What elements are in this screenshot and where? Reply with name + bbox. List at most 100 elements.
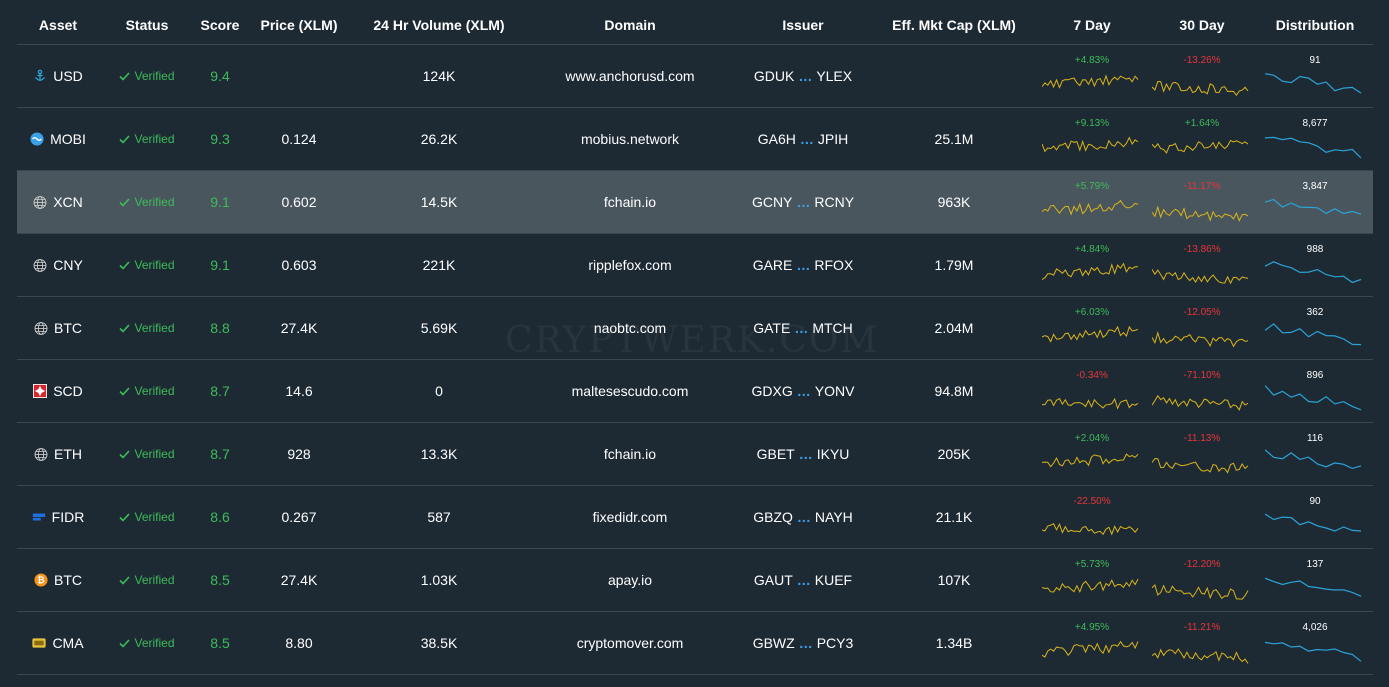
table-row[interactable]: MOBI Verified 9.3 0.124 26.2K mobius.network G…: [17, 108, 1373, 171]
table-row[interactable]: FIDR Verified 8.6 0.267 587 fixedidr.com GBZQ……: [17, 486, 1373, 549]
7-day-cell: +4.84%: [1037, 234, 1147, 296]
issuer-ellipsis-icon[interactable]: …: [797, 509, 811, 525]
issuer-cell[interactable]: GBWZ… PCY3: [735, 612, 871, 674]
distribution-count: 4,026: [1302, 622, 1328, 633]
asset-code[interactable]: BTC: [54, 572, 82, 588]
domain-link[interactable]: www.anchorusd.com: [525, 45, 735, 107]
score-value: 8.7: [210, 383, 230, 399]
issuer-cell[interactable]: GCNY… RCNY: [735, 171, 871, 233]
column-header-status[interactable]: Status: [99, 17, 195, 33]
distribution-count: 362: [1306, 307, 1324, 318]
domain-link[interactable]: fchain.io: [525, 423, 735, 485]
table-row[interactable]: USD Verified 9.4 124K www.anchorusd.com GDUK……: [17, 45, 1373, 108]
table-row[interactable]: CNY Verified 9.1 0.603 221K ripplefox.com GARE…: [17, 234, 1373, 297]
check-icon: [119, 512, 131, 522]
asset-cell[interactable]: ETH: [17, 423, 99, 485]
distribution-chart: [1265, 513, 1362, 532]
issuer-cell[interactable]: GA6H… JPIH: [735, 108, 871, 170]
7-day-cell: +9.13%: [1037, 108, 1147, 170]
asset-code[interactable]: USD: [53, 68, 83, 84]
30-day-change: -12.20%: [1183, 559, 1221, 570]
asset-code[interactable]: FIDR: [52, 509, 85, 525]
score-cell: 8.5: [195, 612, 245, 674]
asset-cell[interactable]: FIDR: [17, 486, 99, 548]
price-cell: 928: [287, 446, 311, 462]
table-row[interactable]: BTC Verified 8.8 27.4K 5.69K naobtc.com GATE… M…: [17, 297, 1373, 360]
score-value: 8.5: [210, 572, 230, 588]
domain-link[interactable]: cryptomover.com: [525, 612, 735, 674]
issuer-cell[interactable]: GBET… IKYU: [735, 423, 871, 485]
column-header-30-day[interactable]: 30 Day: [1147, 17, 1257, 33]
table-row[interactable]: SCD Verified 8.7 14.6 0 maltesescudo.com GDXG……: [17, 360, 1373, 423]
asset-cell[interactable]: CMA: [17, 612, 99, 674]
asset-cell[interactable]: CNY: [17, 234, 99, 296]
asset-directory-page: CRYPTWERK.COM Asset Status Score Price (…: [0, 0, 1389, 687]
30-day-sparkline: [1152, 139, 1249, 154]
domain-link[interactable]: maltesescudo.com: [525, 360, 735, 422]
column-header-asset[interactable]: Asset: [17, 17, 99, 33]
market-cap-cell: 107K: [937, 572, 971, 588]
column-header-distribution[interactable]: Distribution: [1257, 17, 1373, 33]
asset-code[interactable]: CMA: [52, 635, 83, 651]
issuer-cell[interactable]: GDUK… YLEX: [735, 45, 871, 107]
table-row[interactable]: ETH Verified 8.7 928 13.3K fchain.io GBET… IKYU…: [17, 423, 1373, 486]
asset-code[interactable]: CNY: [53, 257, 83, 273]
column-header-price[interactable]: Price (XLM): [245, 17, 353, 33]
domain-link[interactable]: mobius.network: [525, 108, 735, 170]
column-header-market-cap[interactable]: Eff. Mkt Cap (XLM): [871, 17, 1037, 33]
asset-cell[interactable]: XCN: [17, 171, 99, 233]
asset-cell[interactable]: BTC: [17, 297, 99, 359]
domain-link[interactable]: fchain.io: [525, 171, 735, 233]
column-header-7-day[interactable]: 7 Day: [1037, 17, 1147, 33]
issuer-cell[interactable]: GATE… MTCH: [735, 297, 871, 359]
column-header-issuer[interactable]: Issuer: [735, 17, 871, 33]
column-header-domain[interactable]: Domain: [525, 17, 735, 33]
asset-code[interactable]: MOBI: [50, 131, 86, 147]
issuer-start: GCNY: [751, 194, 793, 210]
issuer-start: GAUT: [753, 572, 793, 588]
volume-cell: 124K: [422, 68, 456, 84]
issuer-ellipsis-icon[interactable]: …: [794, 320, 808, 336]
issuer-cell[interactable]: GBZQ… NAYH: [735, 486, 871, 548]
asset-cell[interactable]: MOBI: [17, 108, 99, 170]
table-row[interactable]: ₿ BTC Verified 8.5 27.4K 1.03K apay.io GAUT… KUE…: [17, 549, 1373, 612]
score-cell: 8.7: [195, 360, 245, 422]
asset-code[interactable]: ETH: [54, 446, 82, 462]
issuer-start: GARE: [752, 257, 793, 273]
issuer-ellipsis-icon[interactable]: …: [796, 194, 810, 210]
distribution-chart: [1265, 449, 1362, 470]
30-day-change: -13.86%: [1183, 244, 1221, 255]
assets-table: Asset Status Score Price (XLM) 24 Hr Vol…: [17, 6, 1373, 675]
issuer-ellipsis-icon[interactable]: …: [797, 572, 811, 588]
asset-cell[interactable]: SCD: [17, 360, 99, 422]
30-day-sparkline: [1152, 648, 1249, 664]
price-cell: [245, 45, 353, 107]
issuer-ellipsis-icon[interactable]: …: [798, 68, 812, 84]
issuer-cell[interactable]: GARE… RFOX: [735, 234, 871, 296]
column-header-score[interactable]: Score: [195, 17, 245, 33]
30-day-change: -11.17%: [1183, 181, 1221, 192]
asset-code[interactable]: BTC: [54, 320, 82, 336]
issuer-ellipsis-icon[interactable]: …: [796, 257, 810, 273]
table-row[interactable]: XCN Verified 9.1 0.602 14.5K fchain.io GCNY… RC…: [17, 171, 1373, 234]
domain-link[interactable]: fixedidr.com: [525, 486, 735, 548]
asset-code[interactable]: XCN: [53, 194, 83, 210]
issuer-ellipsis-icon[interactable]: …: [800, 131, 814, 147]
issuer-cell[interactable]: GAUT… KUEF: [735, 549, 871, 611]
7-day-sparkline: [1042, 397, 1139, 410]
asset-cell[interactable]: ₿ BTC: [17, 549, 99, 611]
table-row[interactable]: CMA Verified 8.5 8.80 38.5K cryptomover.com GB…: [17, 612, 1373, 675]
30-day-sparkline: [1152, 269, 1249, 285]
asset-cell[interactable]: USD: [17, 45, 99, 107]
issuer-ellipsis-icon[interactable]: …: [799, 446, 813, 462]
30-day-sparkline: [1152, 394, 1249, 411]
asset-code[interactable]: SCD: [53, 383, 83, 399]
distribution-cell: 988: [1257, 234, 1373, 296]
domain-link[interactable]: apay.io: [525, 549, 735, 611]
domain-link[interactable]: ripplefox.com: [525, 234, 735, 296]
domain-link[interactable]: naobtc.com: [525, 297, 735, 359]
issuer-ellipsis-icon[interactable]: …: [797, 383, 811, 399]
column-header-volume[interactable]: 24 Hr Volume (XLM): [353, 17, 525, 33]
issuer-cell[interactable]: GDXG… YONV: [735, 360, 871, 422]
issuer-ellipsis-icon[interactable]: …: [799, 635, 813, 651]
